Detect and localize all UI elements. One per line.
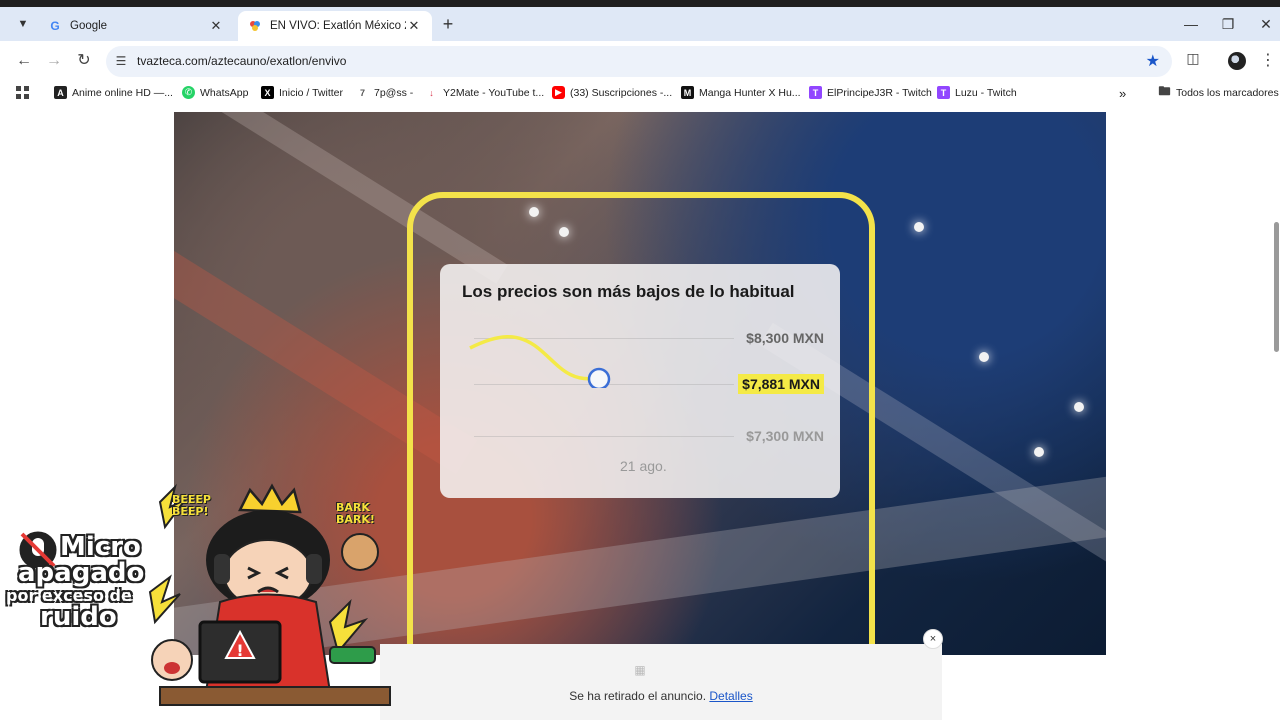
all-bookmarks-label: Todos los marcadores <box>1176 86 1279 99</box>
bookmark-whatsapp[interactable]: ✆ WhatsApp <box>182 86 248 99</box>
all-bookmarks-folder[interactable]: 🖿 Todos los marcadores <box>1158 84 1279 99</box>
bookmarks-bar: A Anime online HD —... ✆ WhatsApp X Inic… <box>0 81 1280 107</box>
bookmark-label: Anime online HD —... <box>72 86 173 99</box>
restore-icon[interactable]: ❐ <box>1218 16 1238 33</box>
site-settings-icon[interactable]: ☰ <box>114 54 128 68</box>
bookmark-y2mate[interactable]: ↓ Y2Mate - YouTube t... <box>425 86 544 99</box>
window-top-edge <box>0 0 1280 7</box>
youtube-icon: ▶ <box>552 86 565 99</box>
url-text[interactable]: tvazteca.com/aztecauno/exatlon/envivo <box>137 54 346 68</box>
manga-icon: M <box>681 86 694 99</box>
svg-text:!: ! <box>236 641 243 660</box>
tab-search-chevron-icon[interactable]: ▼ <box>12 13 34 35</box>
bookmark-label: WhatsApp <box>200 86 249 99</box>
ad-details-link[interactable]: Detalles <box>709 689 752 703</box>
tab-title: Google <box>70 20 108 32</box>
bookmark-twitter[interactable]: X Inicio / Twitter <box>261 86 343 99</box>
folder-icon: 🖿 <box>1158 84 1171 98</box>
tv-azteca-icon <box>248 19 262 33</box>
date-label: 21 ago. <box>620 458 667 474</box>
x-icon: X <box>261 86 274 99</box>
light-icon <box>1034 447 1044 457</box>
close-window-icon[interactable]: ✕ <box>1256 16 1276 33</box>
ad-removed-banner: ▦ Se ha retirado el anuncio. Detalles <box>380 644 942 720</box>
bookmark-label: Luzu - Twitch <box>955 86 1017 99</box>
tab-title: EN VIVO: Exatlón México 2026| <box>270 20 406 32</box>
scroll-thumb[interactable] <box>1274 222 1279 352</box>
bookmark-7pass[interactable]: 7 7p@ss - <box>356 86 413 99</box>
sticker-text-beep: BEEEP BEEP! <box>172 493 211 518</box>
whatsapp-icon: ✆ <box>182 86 195 99</box>
af-icon: A <box>54 86 67 99</box>
twitch-icon: T <box>809 86 822 99</box>
reload-icon[interactable]: ↻ <box>74 51 94 71</box>
new-tab-icon[interactable]: + <box>438 15 458 35</box>
bookmark-label: Manga Hunter X Hu... <box>699 86 801 99</box>
more-bookmarks-chevron-icon[interactable]: » <box>1119 86 1126 101</box>
light-icon <box>914 222 924 232</box>
address-bar[interactable]: ☰ tvazteca.com/aztecauno/exatlon/envivo … <box>106 46 1172 77</box>
bookmark-label: Inicio / Twitter <box>279 86 343 99</box>
tab-strip: ▼ G Google ✕ EN VIVO: Exatlón México 202… <box>0 7 1280 41</box>
y2mate-icon: ↓ <box>429 87 434 98</box>
bookmark-elprincipe[interactable]: T ElPrincipeJ3R - Twitch <box>809 86 932 99</box>
bookmark-label: 7p@ss - <box>374 86 414 99</box>
profile-avatar[interactable] <box>1228 52 1246 70</box>
bookmark-anime[interactable]: A Anime online HD —... <box>54 86 173 99</box>
light-icon <box>979 352 989 362</box>
tab-exatlon[interactable]: EN VIVO: Exatlón México 2026| ✕ <box>238 11 432 41</box>
price-high-label: $8,300 MXN <box>746 330 824 346</box>
ad-removed-text: Se ha retirado el anuncio. Detalles <box>380 689 942 703</box>
bookmark-manga[interactable]: M Manga Hunter X Hu... <box>681 86 801 99</box>
ad-placeholder-icon: ▦ <box>634 663 646 677</box>
7pass-icon: 7 <box>359 87 365 98</box>
page-scrollbar[interactable] <box>1272 107 1280 720</box>
bookmark-luzu[interactable]: T Luzu - Twitch <box>937 86 1017 99</box>
close-tab-icon[interactable]: ✕ <box>406 18 422 34</box>
google-g-icon: G <box>50 19 60 33</box>
bookmark-star-icon[interactable]: ★ <box>1146 51 1160 71</box>
sticker-text-ruido: ruido <box>40 602 117 632</box>
minimize-icon[interactable]: — <box>1181 16 1201 32</box>
mic-muted-sticker: ! Micro apagado por exceso de ruido BEEE… <box>0 482 400 720</box>
light-icon <box>1074 402 1084 412</box>
price-trend-line <box>469 335 611 388</box>
menu-dots-icon[interactable]: ⋮ <box>1260 50 1276 70</box>
tab-google[interactable]: G Google ✕ <box>38 11 234 41</box>
ad-message: Se ha retirado el anuncio. <box>569 689 707 703</box>
forward-arrow-icon[interactable]: → <box>44 51 64 71</box>
price-card: Los precios son más bajos de lo habitual… <box>440 264 840 498</box>
price-low-label: $7,300 MXN <box>746 428 824 444</box>
price-current-label: $7,881 MXN <box>738 374 824 394</box>
sticker-text-apagado: apagado <box>18 558 145 588</box>
bookmark-youtube[interactable]: ▶ (33) Suscripciones -... <box>552 86 672 99</box>
back-arrow-icon[interactable]: ← <box>14 51 34 71</box>
bookmark-label: Y2Mate - YouTube t... <box>443 86 545 99</box>
twitch-icon: T <box>937 86 950 99</box>
close-tab-icon[interactable]: ✕ <box>208 18 224 34</box>
sticker-text-bark: BARK BARK! <box>336 501 375 526</box>
gridline <box>474 436 734 437</box>
bookmark-label: (33) Suscripciones -... <box>570 86 673 99</box>
bookmark-label: ElPrincipeJ3R - Twitch <box>827 86 932 99</box>
ad-close-button[interactable]: × <box>923 629 943 649</box>
apps-grid-icon[interactable] <box>16 86 29 99</box>
card-title: Los precios son más bajos de lo habitual <box>462 282 795 301</box>
extensions-icon[interactable]: ◫ <box>1184 50 1202 68</box>
toolbar: ← → ↻ ☰ tvazteca.com/aztecauno/exatlon/e… <box>0 41 1280 81</box>
